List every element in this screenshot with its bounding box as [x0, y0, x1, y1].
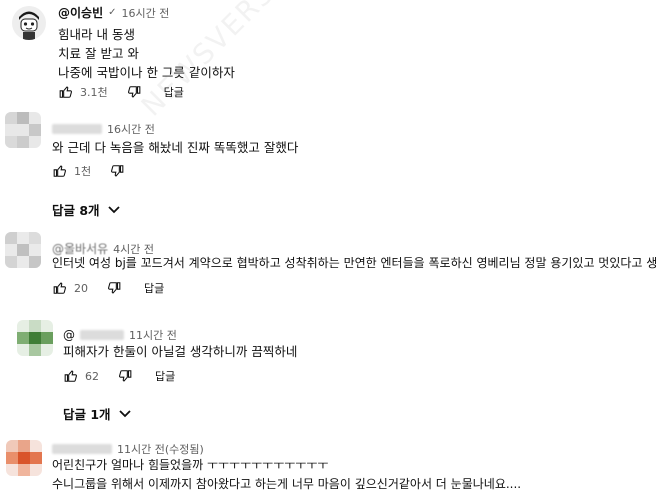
thumbs-down-icon[interactable]: [106, 280, 122, 296]
like-count: 3.1천: [80, 86, 108, 99]
like-count: 20: [74, 281, 88, 295]
comment-text: 피해자가 한둘이 아닐걸 생각하니까 끔찍하네: [63, 342, 297, 361]
author-line: 11시간 전(수정됨): [52, 441, 204, 457]
comment-line: 피해자가 한둘이 아닐걸 생각하니까 끔찍하네: [63, 344, 298, 359]
replies-count-label: 답글 1개: [63, 407, 111, 422]
comment-line: 나중에 국밥이나 한 그릇 같이하자: [58, 65, 235, 80]
author-line: @ 11시간 전: [63, 327, 177, 343]
comment-time[interactable]: 16시간 전: [122, 5, 170, 21]
comment-text: 인터넷 여성 bj를 꼬드겨서 계약으로 협박하고 성착취하는 만연한 엔터들을…: [52, 254, 658, 273]
comment-time[interactable]: 11시간 전: [129, 327, 177, 343]
comment-line: 치료 잘 받고 와: [58, 46, 139, 61]
avatar[interactable]: [12, 6, 46, 40]
thumbs-up-icon[interactable]: [63, 368, 79, 384]
comment-line: 어린친구가 얼마나 힘들었을까 ㅜㅜㅜㅜㅜㅜㅜㅜㅜㅜㅜ: [52, 458, 329, 472]
author-line: @이승빈 ✓ 16시간 전: [58, 4, 169, 21]
replies-count-label: 답글 8개: [52, 203, 100, 218]
thumbs-down-icon[interactable]: [109, 163, 125, 179]
blurred-author-name: [52, 124, 102, 134]
comment-text: 와 근데 다 녹음을 해놨네 진짜 똑똑했고 잘했다: [52, 138, 298, 157]
comment-line: 인터넷 여성 bj를 꼬드겨서 계약으로 협박하고 성착취하는 만연한 엔터들을…: [52, 256, 658, 270]
thumbs-down-icon[interactable]: [117, 368, 133, 384]
view-replies-button[interactable]: 답글 8개: [52, 200, 120, 219]
blurred-author-name: [80, 330, 124, 340]
comment-line: 와 근데 다 녹음을 해놨네 진짜 똑똑했고 잘했다: [52, 140, 299, 155]
thumbs-up-icon[interactable]: [52, 280, 68, 296]
avatar[interactable]: [17, 320, 53, 356]
thumbs-up-icon[interactable]: [52, 163, 68, 179]
chevron-down-icon: [107, 202, 120, 217]
comment-actions: 20 답글: [52, 280, 164, 296]
comment-actions: 1천: [52, 163, 125, 179]
reply-button[interactable]: 답글: [144, 280, 164, 296]
comment-line: 힘내라 내 동생: [58, 27, 135, 42]
comment-actions: 62 답글: [63, 368, 175, 384]
thumbs-down-icon[interactable]: [126, 84, 142, 100]
author-name[interactable]: @이승빈: [58, 4, 103, 21]
reply-button[interactable]: 답글: [164, 84, 184, 100]
avatar[interactable]: [5, 232, 41, 268]
like-count: 62: [85, 369, 99, 383]
author-line: 16시간 전: [52, 121, 155, 137]
comment-time[interactable]: 11시간 전(수정됨): [117, 441, 204, 457]
blurred-author-name: [52, 444, 112, 454]
avatar[interactable]: [5, 112, 41, 148]
comment-actions: 3.1천 답글: [58, 84, 184, 100]
comment-text: 힘내라 내 동생 치료 잘 받고 와 나중에 국밥이나 한 그릇 같이하자: [58, 25, 235, 82]
chevron-down-icon: [118, 406, 131, 421]
author-name[interactable]: @: [63, 328, 75, 342]
thumbs-up-icon[interactable]: [58, 84, 74, 100]
reply-button[interactable]: 답글: [155, 368, 175, 384]
check-icon: ✓: [108, 7, 117, 18]
comment-text: 어린친구가 얼마나 힘들었을까 ㅜㅜㅜㅜㅜㅜㅜㅜㅜㅜㅜ 수니그룹을 위해서 이제…: [52, 456, 521, 494]
view-replies-button[interactable]: 답글 1개: [63, 404, 131, 423]
like-count: 1천: [74, 165, 92, 178]
comment-time[interactable]: 16시간 전: [107, 121, 155, 137]
comment-line: 수니그룹을 위해서 이제까지 참아왔다고 하는게 너무 마음이 깊으신거같아서 …: [52, 477, 522, 491]
avatar[interactable]: [6, 440, 42, 476]
